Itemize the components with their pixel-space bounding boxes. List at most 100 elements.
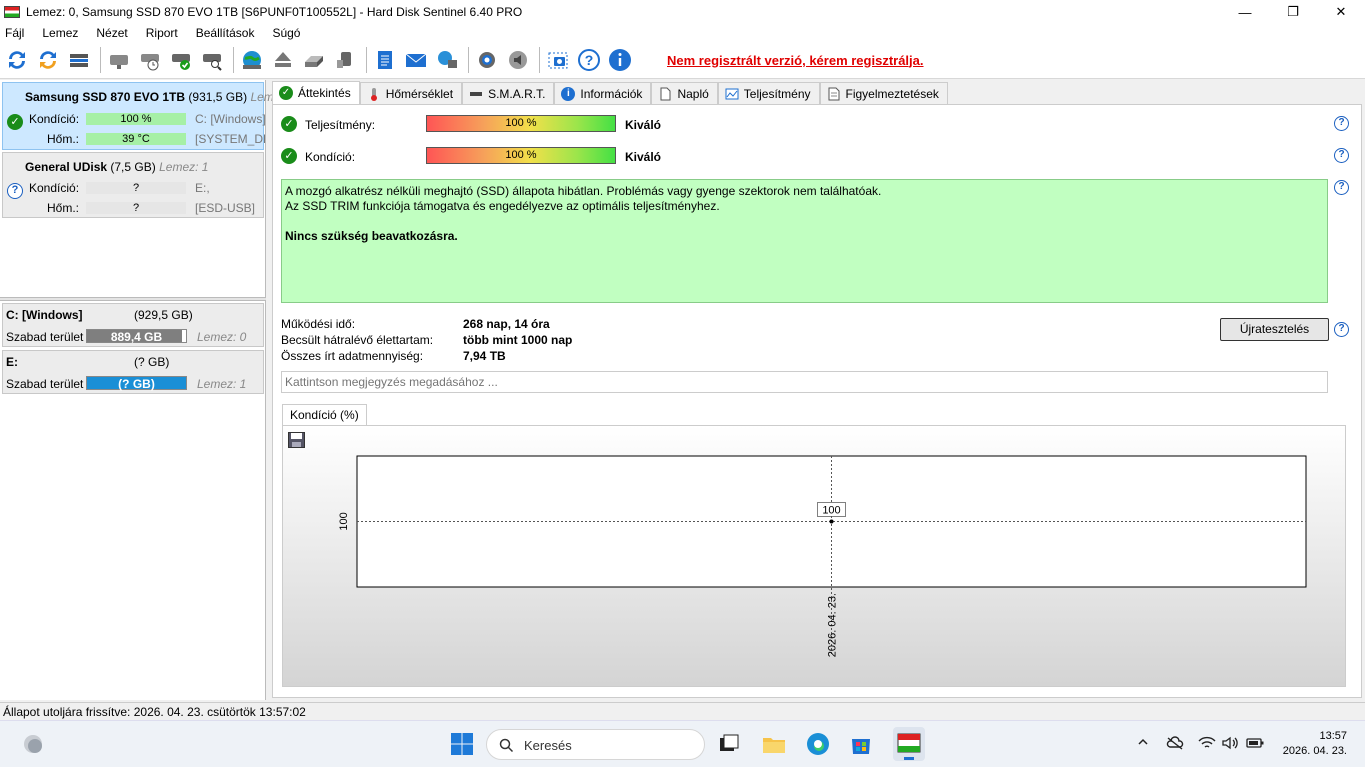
- tab-label: Figyelmeztetések: [845, 86, 939, 101]
- temperature-bar: ?: [86, 202, 186, 214]
- condition-label: Kondíció:: [305, 150, 356, 164]
- help-icon[interactable]: ?: [1334, 180, 1349, 195]
- edge-browser-icon[interactable]: [805, 731, 831, 757]
- screenshot-icon[interactable]: [544, 46, 572, 74]
- disk-card-udisk[interactable]: General UDisk (7,5 GB) Lemez: 1 ? Kondíc…: [2, 152, 264, 218]
- registration-warning-link[interactable]: Nem regisztrált verzió, kérem regisztrál…: [667, 53, 924, 68]
- panel-splitter[interactable]: [0, 297, 266, 301]
- condition-bar: 100 %: [426, 147, 616, 164]
- taskbar: Keresés 13:57 2026. 04. 23.: [0, 720, 1365, 767]
- written-data-label: Összes írt adatmennyiség:: [281, 349, 424, 363]
- status-ok-icon: ✓: [281, 116, 297, 132]
- sound-icon[interactable]: [504, 46, 532, 74]
- document-icon: [658, 87, 672, 101]
- partition-name: C: [Windows]: [6, 308, 83, 322]
- partition-card-e[interactable]: E: (? GB) Szabad terület (? GB) Lemez: 1: [2, 350, 264, 394]
- store-icon[interactable]: [848, 731, 874, 757]
- partition-card-c[interactable]: C: [Windows] (929,5 GB) Szabad terület 8…: [2, 303, 264, 347]
- help-icon[interactable]: ?: [1334, 116, 1349, 131]
- note-input[interactable]: [281, 371, 1328, 393]
- maximize-button[interactable]: ❐: [1269, 0, 1317, 24]
- disk-list-icon[interactable]: [65, 46, 93, 74]
- free-space-bar: (? GB): [86, 376, 187, 391]
- tab-temperature[interactable]: Hőmérséklet: [359, 82, 463, 104]
- volume-label: E:,: [195, 181, 210, 195]
- disk-test-icon[interactable]: [167, 46, 195, 74]
- volume-icon[interactable]: [1221, 736, 1239, 753]
- refresh-all-icon[interactable]: [34, 46, 62, 74]
- drive-icon[interactable]: [300, 46, 328, 74]
- free-space-label: Szabad terület: [6, 330, 84, 344]
- menu-bar: Fájl Lemez Nézet Riport Beállítások Súgó: [0, 24, 1365, 42]
- menu-help[interactable]: Súgó: [272, 26, 300, 40]
- usb-drive-icon[interactable]: [331, 46, 359, 74]
- file-explorer-icon[interactable]: [761, 731, 787, 757]
- remaining-life-label: Becsült hátralévő élettartam:: [281, 333, 434, 347]
- disk-name: General UDisk (7,5 GB) Lemez: 1: [25, 160, 209, 174]
- weather-icon[interactable]: [20, 731, 46, 757]
- start-icon[interactable]: [449, 731, 475, 757]
- refresh-icon[interactable]: [3, 46, 31, 74]
- temperature-label: Hőm.:: [47, 201, 80, 215]
- disk-details-icon[interactable]: [105, 46, 133, 74]
- title-bar: Lemez: 0, Samsung SSD 870 EVO 1TB [S6PUN…: [0, 0, 1365, 24]
- chevron-up-icon[interactable]: [1137, 736, 1149, 751]
- minimize-button[interactable]: —: [1221, 0, 1269, 24]
- tab-label: Áttekintés: [298, 86, 351, 100]
- description-action: Nincs szükség beavatkozásra.: [285, 229, 458, 243]
- disk-card-samsung[interactable]: Samsung SSD 870 EVO 1TB (931,5 GB) Lemez…: [2, 82, 300, 150]
- tab-log[interactable]: Napló: [651, 82, 718, 104]
- disk-list-panel: Samsung SSD 870 EVO 1TB (931,5 GB) Lemez…: [0, 80, 300, 700]
- menu-view[interactable]: Nézet: [96, 26, 127, 40]
- search-placeholder: Keresés: [524, 738, 572, 753]
- mail-icon[interactable]: [402, 46, 430, 74]
- clock-date: 2026. 04. 23.: [1282, 745, 1347, 757]
- wifi-icon[interactable]: [1198, 736, 1216, 753]
- close-button[interactable]: ✕: [1317, 0, 1365, 24]
- check-icon: ✓: [279, 86, 293, 100]
- info-icon[interactable]: [606, 46, 634, 74]
- partition-size: (? GB): [134, 355, 170, 369]
- overview-panel: ✓ Teljesítmény: 100 % Kiváló ? ✓ Kondíci…: [272, 104, 1362, 698]
- free-space-bar: 889,4 GB: [86, 329, 187, 344]
- globe-icon[interactable]: [238, 46, 266, 74]
- help-icon[interactable]: ?: [1334, 322, 1349, 337]
- toolbar: ? Nem regisztrált verzió, kérem regisztr…: [0, 42, 1365, 79]
- tab-overview[interactable]: ✓ Áttekintés: [272, 81, 360, 104]
- y-tick-label: 100: [338, 512, 350, 530]
- description-line: A mozgó alkatrész nélküli meghajtó (SSD)…: [285, 184, 882, 198]
- onedrive-icon[interactable]: [1166, 736, 1184, 753]
- condition-rating: Kiváló: [625, 150, 662, 164]
- disk-schedule-icon[interactable]: [136, 46, 164, 74]
- hd-sentinel-taskbar-icon[interactable]: [893, 727, 925, 761]
- tab-performance[interactable]: Teljesítmény: [717, 82, 820, 104]
- task-view-icon[interactable]: [716, 731, 742, 757]
- gear-icon[interactable]: [473, 46, 501, 74]
- chart-icon: [725, 87, 739, 101]
- status-ok-icon: ✓: [281, 148, 297, 164]
- eject-icon[interactable]: [269, 46, 297, 74]
- report-icon[interactable]: [371, 46, 399, 74]
- chart-tab-condition[interactable]: Kondíció (%): [282, 404, 367, 426]
- help-icon[interactable]: ?: [1334, 148, 1349, 163]
- app-icon: [4, 6, 20, 18]
- taskbar-search[interactable]: Keresés: [486, 729, 705, 760]
- tab-smart[interactable]: S.M.A.R.T.: [462, 82, 555, 104]
- svg-text:?: ?: [585, 52, 594, 68]
- written-data-value: 7,94 TB: [463, 349, 506, 363]
- menu-file[interactable]: Fájl: [5, 26, 24, 40]
- battery-icon[interactable]: [1246, 736, 1264, 753]
- system-clock[interactable]: 13:57 2026. 04. 23.: [1283, 729, 1347, 759]
- network-icon[interactable]: [433, 46, 461, 74]
- retest-button[interactable]: Újratesztelés: [1220, 318, 1329, 341]
- disk-search-icon[interactable]: [198, 46, 226, 74]
- tab-information[interactable]: i Információk: [554, 82, 652, 104]
- menu-settings[interactable]: Beállítások: [196, 26, 255, 40]
- condition-bar: ?: [86, 182, 186, 194]
- menu-disk[interactable]: Lemez: [42, 26, 78, 40]
- help-icon[interactable]: ?: [575, 46, 603, 74]
- tab-alerts[interactable]: Figyelmeztetések: [819, 82, 948, 104]
- menu-report[interactable]: Riport: [146, 26, 178, 40]
- tab-label: Hőmérséklet: [385, 86, 454, 101]
- thermometer-icon: [367, 87, 381, 101]
